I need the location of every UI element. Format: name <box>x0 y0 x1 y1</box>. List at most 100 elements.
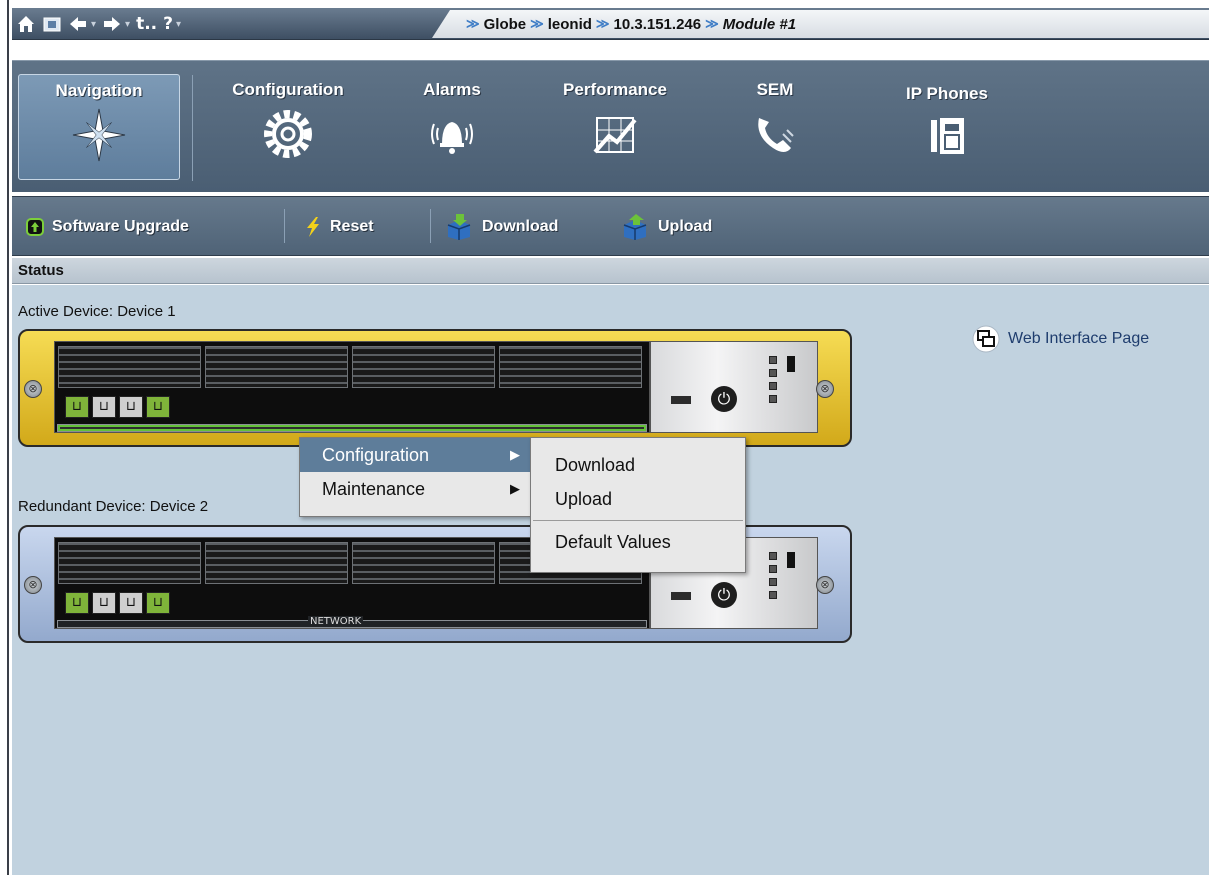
navigation-buttons: ▾ ▾ t.. ? ▾ <box>16 8 181 40</box>
breadcrumb: ≫ Globe ≫ leonid ≫ 10.3.151.246 ≫ Module… <box>432 10 1209 38</box>
card-slot-icon <box>787 356 795 372</box>
help-label: ? <box>163 14 173 34</box>
submenu-item-download[interactable]: Download <box>531 448 745 482</box>
ethernet-ports: ⊔ ⊔ ⊔ ⊔ <box>65 592 170 614</box>
ethernet-port-icon[interactable]: ⊔ <box>119 592 143 614</box>
software-upgrade-button[interactable]: Software Upgrade <box>26 214 189 240</box>
status-header: Status <box>12 258 1209 284</box>
submenu-item-default-values[interactable]: Default Values <box>531 525 745 559</box>
desk-phone-icon <box>931 118 964 154</box>
tab-label: Configuration <box>232 80 344 99</box>
toolbar-separator <box>430 209 431 243</box>
lightning-icon <box>307 217 319 237</box>
folder-icon[interactable] <box>42 14 62 34</box>
software-upgrade-label: Software Upgrade <box>52 218 189 235</box>
forward-icon[interactable]: ▾ <box>102 14 130 34</box>
tab-performance[interactable]: Performance <box>540 74 690 180</box>
upload-box-icon <box>623 214 647 240</box>
ethernet-port-icon[interactable]: ⊔ <box>92 592 116 614</box>
tab-sem[interactable]: SEM <box>740 74 810 180</box>
device-front-panel: ⊔ ⊔ ⊔ ⊔ <box>54 341 650 433</box>
network-status-bar: NETWORK <box>57 616 647 628</box>
device-faceplate: ⏻ <box>650 341 818 433</box>
tab-label: Alarms <box>423 80 481 99</box>
menu-item-label: Maintenance <box>322 479 426 499</box>
upload-button[interactable]: Upload <box>620 214 712 240</box>
screw-icon: ⊗ <box>24 576 42 594</box>
help-icon[interactable]: ? ▾ <box>163 14 181 34</box>
top-toolbar: ▾ ▾ t.. ? ▾ ≫ Globe ≫ leonid ≫ 10.3.151.… <box>12 8 1209 40</box>
redundant-device-title: Redundant Device: Device 2 <box>18 498 209 515</box>
menu-separator <box>533 520 743 521</box>
chevron-down-icon[interactable]: ▾ <box>91 19 96 30</box>
up-icon[interactable]: t.. <box>136 14 157 34</box>
network-status-bar <box>57 424 647 432</box>
bell-icon <box>431 122 473 154</box>
upload-label: Upload <box>658 218 713 235</box>
compass-star-icon <box>72 108 126 162</box>
usb-port-icon <box>671 592 691 600</box>
menu-item-label: Configuration <box>322 445 430 465</box>
menu-item-configuration[interactable]: Configuration ▶ <box>300 438 530 472</box>
ethernet-ports: ⊔ ⊔ ⊔ ⊔ <box>65 396 170 418</box>
ethernet-port-icon[interactable]: ⊔ <box>146 396 170 418</box>
power-icon[interactable]: ⏻ <box>711 386 737 412</box>
screw-icon: ⊗ <box>816 576 834 594</box>
status-leds <box>769 552 781 604</box>
tab-separator <box>192 75 193 181</box>
chevron-down-icon[interactable]: ▾ <box>176 19 181 30</box>
submenu-arrow-icon: ▶ <box>510 447 520 462</box>
tab-configuration[interactable]: Configuration <box>210 74 366 180</box>
breadcrumb-separator-icon: ≫ <box>466 16 480 31</box>
status-leds <box>769 356 781 408</box>
app: ▾ ▾ t.. ? ▾ ≫ Globe ≫ leonid ≫ 10.3.151.… <box>12 0 1209 875</box>
network-label: NETWORK <box>308 616 364 627</box>
breadcrumb-separator-icon: ≫ <box>595 16 610 31</box>
web-interface-label: Web Interface Page <box>1008 330 1150 347</box>
tab-ip-phones[interactable]: IP Phones <box>892 74 1002 180</box>
main-tab-bar: Navigation Configuration Alarms Performa… <box>12 60 1209 192</box>
download-label: Download <box>482 218 559 235</box>
tab-label: Navigation <box>55 81 143 100</box>
configuration-submenu: Download Upload Default Values <box>530 437 746 573</box>
breadcrumb-item[interactable]: 10.3.151.246 <box>614 16 702 33</box>
tab-navigation[interactable]: Navigation <box>18 74 180 180</box>
chart-icon <box>593 117 637 154</box>
web-interface-link[interactable]: Web Interface Page <box>972 325 1149 353</box>
card-slot-icon <box>787 552 795 568</box>
ethernet-port-icon[interactable]: ⊔ <box>92 396 116 418</box>
download-button[interactable]: Download <box>444 214 558 240</box>
back-icon[interactable]: ▾ <box>68 14 96 34</box>
action-toolbar: Software Upgrade Reset Download Upload <box>12 196 1209 256</box>
power-icon[interactable]: ⏻ <box>711 582 737 608</box>
tab-label: Performance <box>563 80 667 99</box>
submenu-item-upload[interactable]: Upload <box>531 482 745 516</box>
submenu-arrow-icon: ▶ <box>510 481 520 496</box>
ethernet-port-icon[interactable]: ⊔ <box>65 396 89 418</box>
status-panel: Active Device: Device 1 ⊗ ⊔ ⊔ ⊔ ⊔ ⏻ ⊗ Re… <box>12 285 1209 875</box>
tab-alarms[interactable]: Alarms <box>402 74 502 180</box>
menu-item-maintenance[interactable]: Maintenance ▶ <box>300 472 530 506</box>
tab-label: SEM <box>756 80 794 99</box>
window-left-edge <box>0 0 12 875</box>
context-menu: Configuration ▶ Maintenance ▶ <box>299 437 531 517</box>
reset-button[interactable]: Reset <box>304 214 374 240</box>
tab-label: IP Phones <box>906 84 988 103</box>
usb-port-icon <box>671 396 691 404</box>
home-icon[interactable] <box>16 14 36 34</box>
breadcrumb-item[interactable]: leonid <box>548 16 592 33</box>
active-device-chassis[interactable]: ⊗ ⊔ ⊔ ⊔ ⊔ ⏻ ⊗ <box>18 329 852 447</box>
breadcrumb-item[interactable]: Globe <box>484 16 527 33</box>
active-device-title: Active Device: Device 1 <box>18 303 176 320</box>
ethernet-port-icon[interactable]: ⊔ <box>119 396 143 418</box>
ethernet-port-icon[interactable]: ⊔ <box>65 592 89 614</box>
windows-icon <box>972 325 1000 353</box>
ethernet-port-icon[interactable]: ⊔ <box>146 592 170 614</box>
reset-label: Reset <box>330 218 374 235</box>
breadcrumb-separator-icon: ≫ <box>530 16 544 31</box>
download-box-icon <box>447 214 471 240</box>
chevron-down-icon[interactable]: ▾ <box>125 19 130 30</box>
breadcrumb-separator-icon: ≫ <box>705 16 719 31</box>
phone-handset-icon <box>758 118 794 152</box>
gear-icon <box>264 110 312 158</box>
